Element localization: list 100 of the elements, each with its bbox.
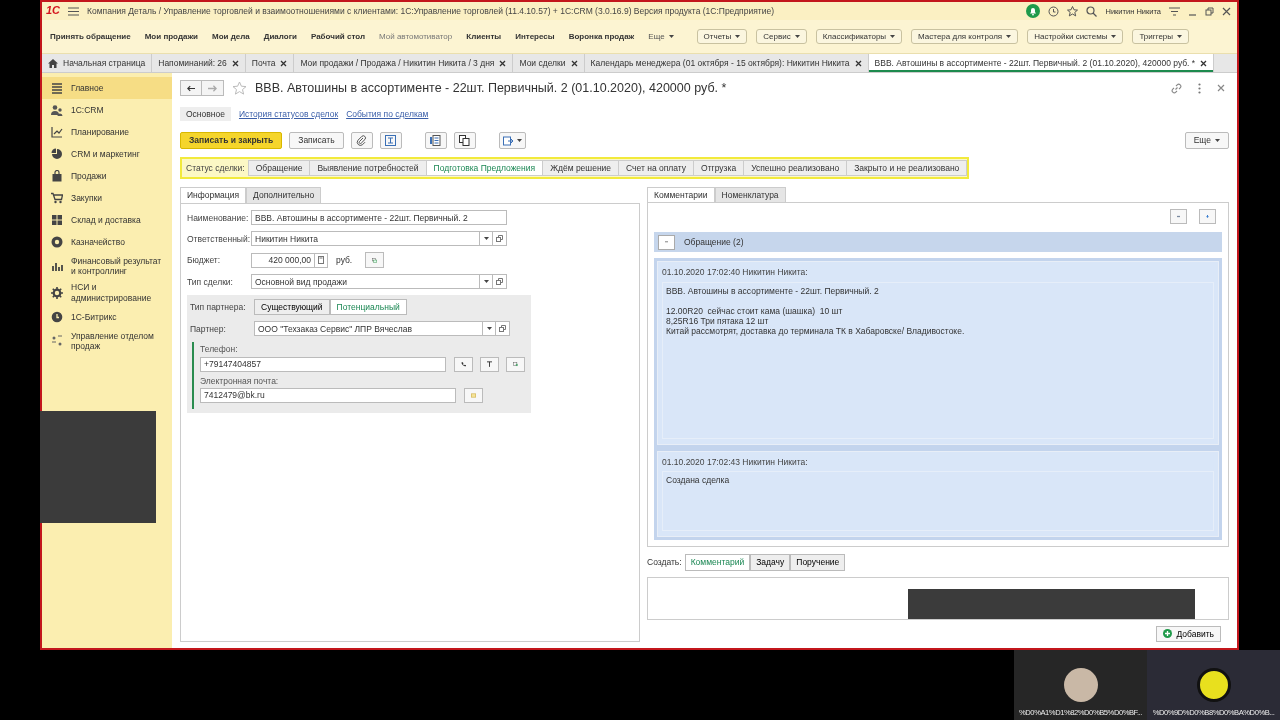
history-icon[interactable]: [1048, 5, 1060, 17]
dropdown-button[interactable]: [480, 274, 493, 290]
amount-field[interactable]: 420 000,00: [251, 252, 315, 268]
restore-icon[interactable]: [1205, 6, 1214, 16]
sidebar-item[interactable]: Закупки: [42, 187, 172, 209]
link-icon[interactable]: [1171, 82, 1182, 94]
more-button[interactable]: Еще: [1184, 132, 1229, 149]
contact-field[interactable]: 7412479@bk.ru: [200, 387, 456, 403]
sidebar-item[interactable]: Управление отделом продаж: [42, 327, 172, 355]
status-stage[interactable]: Обращение: [247, 160, 311, 177]
status-stage[interactable]: Подготовка Предложения: [426, 160, 544, 177]
window-tab[interactable]: Почта: [245, 54, 295, 72]
toggle-button[interactable]: [658, 234, 675, 250]
open-button[interactable]: [493, 274, 507, 290]
window-tab[interactable]: Календарь менеджера (01 октября - 15 октября): Никитин Никита: [584, 54, 869, 72]
dropdown-button[interactable]: [483, 321, 496, 337]
menu-link[interactable]: Мои продажи: [144, 31, 198, 42]
open-button[interactable]: [496, 321, 510, 337]
partner-type-option[interactable]: Потенциальный: [329, 299, 407, 316]
status-stage[interactable]: Закрыто и не реализовано: [847, 160, 968, 177]
status-stage[interactable]: Отгрузка: [694, 160, 745, 177]
sidebar-item[interactable]: НСИ и администрирование: [42, 279, 172, 306]
close-icon[interactable]: [1222, 6, 1231, 16]
close-icon[interactable]: [854, 59, 862, 67]
sidebar-item[interactable]: 1С:CRM: [42, 99, 172, 121]
status-stage[interactable]: Выявление потребностей: [310, 160, 427, 177]
menu-button[interactable]: Сервис: [756, 28, 807, 45]
star-icon[interactable]: [232, 81, 247, 95]
menu-link[interactable]: Воронка продаж: [568, 31, 635, 42]
sidebar-item[interactable]: 1С-Битрикс: [42, 305, 172, 328]
menu-button[interactable]: Классификаторы: [815, 28, 903, 45]
status-stage[interactable]: Ждём решение: [543, 160, 620, 177]
search-icon[interactable]: [1086, 5, 1098, 17]
menu-link[interactable]: Клиенты: [466, 31, 502, 42]
back-button[interactable]: [180, 80, 202, 96]
panel-tab[interactable]: Номенклатура: [714, 187, 786, 203]
select-field[interactable]: Основной вид продажи: [251, 274, 480, 290]
window-tab[interactable]: ВВВ. Автошины в ассортименте - 22шт. Первичный. 2 (01.10.2020), 420000 руб. *: [868, 54, 1215, 72]
menu-button[interactable]: Триггеры: [1132, 28, 1190, 45]
sidebar-item[interactable]: Планирование: [42, 121, 172, 143]
copy-button[interactable]: [453, 132, 476, 149]
add-button[interactable]: Добавить: [1156, 625, 1221, 642]
window-tab[interactable]: Напоминаний: 26: [152, 54, 246, 72]
attach-button[interactable]: [350, 132, 373, 149]
group-header[interactable]: Обращение (2): [654, 232, 1222, 253]
section-tab[interactable]: Основное: [180, 106, 231, 122]
section-link[interactable]: События по сделкам: [346, 106, 429, 122]
menu-button[interactable]: Отчеты: [696, 28, 748, 45]
window-tab[interactable]: Мои сделки: [513, 54, 585, 72]
sidebar-item[interactable]: Казначейство: [42, 231, 172, 253]
menu-link[interactable]: Диалоги: [263, 31, 297, 42]
window-tab[interactable]: Мои продажи / Продажа / Никитин Никита / 3 дня: [294, 54, 514, 72]
menu-button[interactable]: Настройки системы: [1027, 28, 1124, 45]
status-stage[interactable]: Счет на оплату: [619, 160, 695, 177]
more-menu[interactable]: Еще: [648, 31, 674, 42]
partner-type-option[interactable]: Существующий: [254, 299, 330, 316]
window-tab[interactable]: Начальная страница: [42, 54, 153, 72]
bell-icon[interactable]: [1026, 4, 1041, 18]
select-field[interactable]: Никитин Никита: [251, 231, 480, 247]
send-menu-button[interactable]: [498, 132, 526, 149]
structure-button[interactable]: [379, 132, 402, 149]
contact-field[interactable]: +79147404857: [200, 356, 446, 372]
more-icon[interactable]: [1198, 82, 1201, 94]
menu-link[interactable]: Интересы: [515, 31, 555, 42]
menu-icon[interactable]: [68, 6, 80, 16]
close-icon[interactable]: [231, 59, 239, 67]
star-icon[interactable]: [1067, 5, 1079, 17]
close-icon[interactable]: [499, 59, 507, 67]
menu-link[interactable]: Принять обращение: [50, 31, 131, 42]
filter-menu-icon[interactable]: [1169, 6, 1180, 16]
sidebar-item[interactable]: Главное: [42, 77, 172, 99]
dropdown-button[interactable]: [480, 231, 493, 247]
sidebar-item[interactable]: Продажи: [42, 165, 172, 187]
panel-tab[interactable]: Комментарии: [647, 187, 715, 203]
panel-tab[interactable]: Дополнительно: [246, 187, 322, 204]
menu-link[interactable]: Рабочий стол: [310, 31, 365, 42]
close-icon[interactable]: [570, 59, 578, 67]
status-stage[interactable]: Успешно реализовано: [744, 160, 848, 177]
calculator-button[interactable]: [315, 252, 328, 268]
menu-link[interactable]: Мои дела: [212, 31, 250, 42]
list-button[interactable]: [424, 132, 447, 149]
sidebar-item[interactable]: Склад и доставка: [42, 209, 172, 231]
close-icon[interactable]: [280, 59, 288, 67]
select-field[interactable]: ООО "Техзаказ Сервис" ЛПР Вячеслав: [254, 321, 483, 337]
save-close-button[interactable]: Записать и закрыть: [180, 132, 283, 149]
sms-button[interactable]: [480, 356, 499, 372]
section-link[interactable]: История статусов сделок: [238, 106, 339, 122]
comment-input[interactable]: [647, 576, 1229, 620]
open-button[interactable]: [493, 231, 507, 247]
menu-link[interactable]: Мой автомотиватор: [379, 31, 453, 42]
panel-tab[interactable]: Информация: [180, 187, 247, 204]
create-option[interactable]: Комментарий: [684, 554, 751, 571]
text-field[interactable]: ВВВ. Автошины в ассортименте - 22шт. Первичный. 2: [251, 210, 507, 226]
sidebar-item[interactable]: CRM и маркетинг: [42, 143, 172, 165]
menu-button[interactable]: Мастера для контроля: [911, 28, 1019, 45]
create-option[interactable]: Задачу: [750, 554, 791, 571]
close-icon[interactable]: [1200, 59, 1208, 67]
sidebar-item[interactable]: Финансовый результат и контроллинг: [42, 253, 172, 280]
create-option[interactable]: Поручение: [790, 554, 846, 571]
save-button[interactable]: Записать: [289, 132, 344, 149]
